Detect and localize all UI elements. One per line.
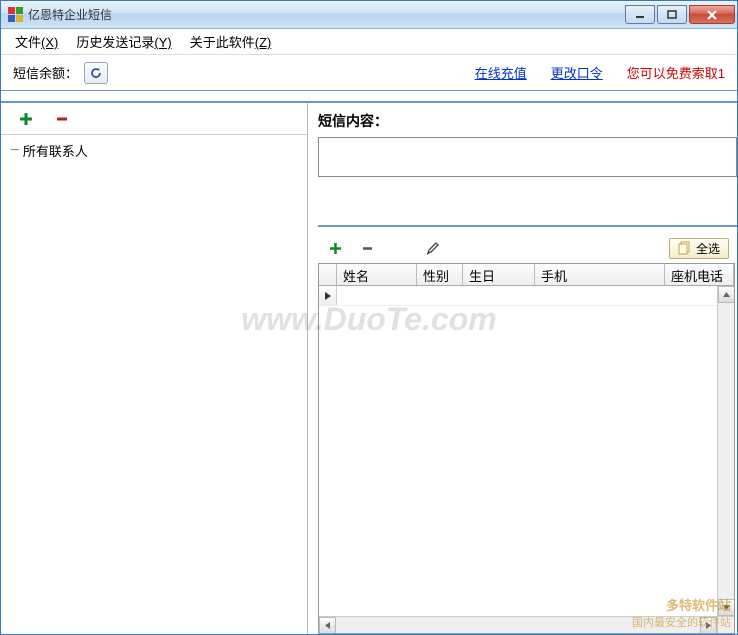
edit-recipient-button[interactable] bbox=[424, 239, 442, 257]
vertical-scrollbar[interactable] bbox=[717, 286, 734, 616]
col-gender[interactable]: 性别 bbox=[417, 264, 463, 285]
contacts-panel: ─ 所有联系人 bbox=[1, 103, 308, 634]
table-row[interactable] bbox=[319, 286, 717, 306]
menu-history[interactable]: 历史发送记录(Y) bbox=[70, 30, 177, 53]
scroll-left-button[interactable] bbox=[319, 617, 336, 634]
app-window: 亿恩特企业短信 文件(X) 历史发送记录(Y) 关于此软件(Z) 短信余额： 在… bbox=[0, 0, 738, 635]
remove-contact-button[interactable] bbox=[53, 110, 71, 128]
horizontal-scrollbar[interactable] bbox=[319, 616, 717, 633]
menu-file[interactable]: 文件(X) bbox=[9, 30, 64, 53]
menubar: 文件(X) 历史发送记录(Y) 关于此软件(Z) bbox=[1, 29, 737, 55]
window-controls bbox=[625, 5, 735, 24]
refresh-icon bbox=[89, 66, 103, 80]
plus-icon bbox=[19, 112, 33, 126]
col-name[interactable]: 姓名 bbox=[337, 264, 417, 285]
recipients-grid: 姓名 性别 生日 手机 座机电话 bbox=[318, 263, 735, 634]
change-password-link[interactable]: 更改口令 bbox=[551, 63, 603, 82]
select-all-button[interactable]: 全选 bbox=[669, 238, 729, 259]
topbar: 短信余额： 在线充值 更改口令 您可以免费索取1 bbox=[1, 55, 737, 91]
contacts-tree: ─ 所有联系人 bbox=[1, 135, 307, 634]
contacts-toolbar bbox=[1, 103, 307, 135]
free-prompt-text: 您可以免费索取1 bbox=[627, 63, 725, 82]
col-mobile[interactable]: 手机 bbox=[535, 264, 665, 285]
minus-icon bbox=[361, 242, 374, 255]
separator bbox=[318, 225, 737, 227]
window-title: 亿恩特企业短信 bbox=[28, 6, 625, 23]
message-panel: 短信内容： 全选 bbox=[308, 103, 737, 634]
copy-icon bbox=[678, 241, 692, 255]
refresh-balance-button[interactable] bbox=[84, 62, 108, 84]
scroll-up-button[interactable] bbox=[718, 286, 735, 303]
add-recipient-button[interactable] bbox=[326, 239, 344, 257]
top-links: 在线充值 更改口令 您可以免费索取1 bbox=[475, 63, 725, 82]
scroll-right-button[interactable] bbox=[700, 617, 717, 634]
tree-root-all-contacts[interactable]: ─ 所有联系人 bbox=[11, 141, 297, 160]
titlebar: 亿恩特企业短信 bbox=[1, 1, 737, 29]
grid-body bbox=[319, 286, 734, 616]
grid-header: 姓名 性别 生日 手机 座机电话 bbox=[319, 264, 734, 286]
app-icon bbox=[7, 7, 23, 23]
pencil-icon bbox=[425, 240, 441, 256]
current-row-icon bbox=[324, 291, 332, 301]
col-phone[interactable]: 座机电话 bbox=[665, 264, 734, 285]
minimize-button[interactable] bbox=[625, 5, 655, 24]
remove-recipient-button[interactable] bbox=[358, 239, 376, 257]
tree-root-label: 所有联系人 bbox=[23, 141, 88, 160]
recipients-toolbar: 全选 bbox=[318, 233, 737, 263]
scrollbar-corner bbox=[717, 616, 734, 633]
balance-label: 短信余额： bbox=[13, 63, 78, 82]
col-birthday[interactable]: 生日 bbox=[463, 264, 535, 285]
row-indicator bbox=[319, 286, 337, 305]
tree-expand-icon: ─ bbox=[11, 143, 19, 158]
menu-about[interactable]: 关于此软件(Z) bbox=[184, 30, 278, 53]
recharge-link[interactable]: 在线充值 bbox=[475, 63, 527, 82]
row-header-corner bbox=[319, 264, 337, 285]
close-button[interactable] bbox=[689, 5, 735, 24]
add-contact-button[interactable] bbox=[17, 110, 35, 128]
scroll-down-button[interactable] bbox=[718, 599, 735, 616]
plus-icon bbox=[329, 242, 342, 255]
select-all-label: 全选 bbox=[696, 240, 720, 257]
grid-rows[interactable] bbox=[319, 286, 717, 616]
minus-icon bbox=[55, 112, 69, 126]
content-area: ─ 所有联系人 短信内容： bbox=[1, 101, 737, 634]
message-input[interactable] bbox=[318, 137, 737, 177]
message-label: 短信内容： bbox=[318, 111, 737, 131]
maximize-button[interactable] bbox=[657, 5, 687, 24]
